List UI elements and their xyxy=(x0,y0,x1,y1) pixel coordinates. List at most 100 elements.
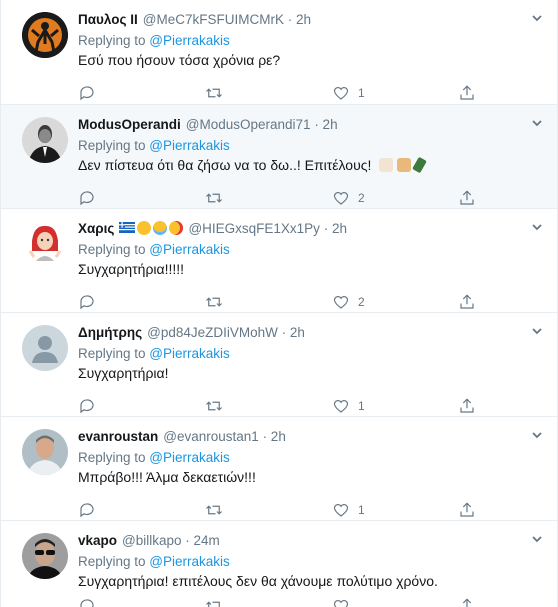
reply-button[interactable] xyxy=(78,189,104,207)
reply-button[interactable] xyxy=(78,597,104,607)
like-button[interactable]: 1 xyxy=(332,397,365,415)
share-button[interactable] xyxy=(458,293,476,311)
like-button[interactable] xyxy=(332,597,358,607)
retweet-button[interactable] xyxy=(205,501,231,519)
share-button[interactable] xyxy=(458,501,476,519)
timestamp[interactable]: · 2h xyxy=(263,428,286,446)
author-name[interactable]: evanroustan xyxy=(78,428,158,446)
reply-button[interactable] xyxy=(78,84,104,102)
replying-to-label: Replying to xyxy=(78,33,150,48)
share-button[interactable] xyxy=(458,84,476,102)
red-hair-girl-avatar[interactable] xyxy=(22,221,68,267)
author-name[interactable]: Παυλος ΙΙ xyxy=(78,11,138,29)
author-name[interactable]: vkapo xyxy=(78,532,117,550)
default-avatar[interactable] xyxy=(22,325,68,371)
reply-button[interactable] xyxy=(78,293,104,311)
author-handle[interactable]: @pd84JeZDIiVMohW xyxy=(147,324,278,342)
mention-link[interactable]: @Pierrakakis xyxy=(149,138,229,153)
like-count: 1 xyxy=(358,503,365,517)
replying-to: Replying to @Pierrakakis xyxy=(78,344,545,363)
chevron-down-icon[interactable] xyxy=(531,117,543,129)
author-handle[interactable]: @ModusOperandi71 xyxy=(186,116,311,134)
mention-link[interactable]: @Pierrakakis xyxy=(149,33,229,48)
timestamp[interactable]: · 24m xyxy=(185,532,220,550)
mention-link[interactable]: @Pierrakakis xyxy=(149,346,229,361)
author-handle[interactable]: @MeC7kFSFUIMCMrK xyxy=(143,11,284,29)
tweet[interactable]: evanroustan @evanroustan1 · 2h Replying … xyxy=(1,417,557,521)
heart-icon xyxy=(333,295,349,309)
retweet-button[interactable] xyxy=(205,84,231,102)
timestamp[interactable]: · 2h xyxy=(314,116,337,134)
mention-link[interactable]: @Pierrakakis xyxy=(149,554,229,569)
man-photo-avatar[interactable] xyxy=(22,429,68,475)
retweet-button[interactable] xyxy=(205,293,231,311)
heart-icon xyxy=(333,86,349,100)
author-name[interactable]: Δημήτρης xyxy=(78,324,142,342)
retweet-button[interactable] xyxy=(205,597,231,607)
action-bar: 1 xyxy=(78,78,545,108)
man-in-suit-avatar[interactable] xyxy=(22,117,68,163)
author-name[interactable]: Χαρις xyxy=(78,220,114,238)
reply-icon xyxy=(80,399,94,414)
reply-icon xyxy=(80,295,94,310)
tweet-text: Δεν πίστευα ότι θα ζήσω να το δω..! Επιτ… xyxy=(78,157,372,173)
replying-to: Replying to @Pierrakakis xyxy=(78,552,545,571)
tears-of-joy-face-icon xyxy=(153,220,168,235)
chevron-down-icon[interactable] xyxy=(531,221,543,233)
retweet-icon xyxy=(206,193,222,203)
timestamp[interactable]: · 2h xyxy=(282,324,305,342)
like-count: 1 xyxy=(358,86,365,100)
tweet-text: Συγχαρητήρια!!!!! xyxy=(78,261,185,277)
replying-to-label: Replying to xyxy=(78,554,150,569)
victory-hand-emoji-icon xyxy=(379,158,394,172)
mention-link[interactable]: @Pierrakakis xyxy=(149,450,229,465)
like-count: 1 xyxy=(358,399,365,413)
share-button[interactable] xyxy=(458,397,476,415)
reply-icon xyxy=(80,86,94,101)
heart-icon xyxy=(333,599,349,607)
champagne-emoji-icon xyxy=(412,156,427,174)
replying-to: Replying to @Pierrakakis xyxy=(78,31,545,50)
chevron-down-icon[interactable] xyxy=(531,325,543,337)
share-icon xyxy=(460,85,474,100)
author-handle[interactable]: @HIEGxsqFE1Xx1Py xyxy=(188,220,320,238)
tweet[interactable]: Χαρις @HIEGxsqFE1Xx1Py · 2h Replying to … xyxy=(1,209,557,313)
like-button[interactable]: 2 xyxy=(332,293,365,311)
tweet[interactable]: Παυλος ΙΙ @MeC7kFSFUIMCMrK · 2h Replying… xyxy=(1,0,557,105)
like-button[interactable]: 1 xyxy=(332,501,365,519)
name-emojis xyxy=(119,220,184,235)
like-button[interactable]: 1 xyxy=(332,84,365,102)
chevron-down-icon[interactable] xyxy=(531,429,543,441)
greek-flag-icon xyxy=(119,222,136,233)
replying-to: Replying to @Pierrakakis xyxy=(78,240,545,259)
retweet-button[interactable] xyxy=(205,189,231,207)
share-icon xyxy=(460,502,474,517)
tweet[interactable]: ModusOperandi @ModusOperandi71 · 2h Repl… xyxy=(1,105,557,209)
tweet[interactable]: Δημήτρης @pd84JeZDIiVMohW · 2h Replying … xyxy=(1,313,557,417)
like-count: 2 xyxy=(358,295,365,309)
author-name[interactable]: ModusOperandi xyxy=(78,116,181,134)
man-sunglasses-avatar[interactable] xyxy=(22,533,68,579)
like-button[interactable]: 2 xyxy=(332,189,365,207)
replying-to: Replying to @Pierrakakis xyxy=(78,448,545,467)
replying-to-label: Replying to xyxy=(78,450,150,465)
tweet[interactable]: vkapo @billkapo · 24m Replying to @Pierr… xyxy=(1,521,557,607)
reply-icon xyxy=(80,599,94,607)
share-button[interactable] xyxy=(458,597,476,607)
retweet-button[interactable] xyxy=(205,397,231,415)
retweet-icon xyxy=(206,505,222,515)
chevron-down-icon[interactable] xyxy=(531,12,543,24)
chevron-down-icon[interactable] xyxy=(531,533,543,545)
silhouette-avatar[interactable] xyxy=(22,12,68,58)
reply-button[interactable] xyxy=(78,501,104,519)
author-handle[interactable]: @evanroustan1 xyxy=(163,428,259,446)
reply-feed: Παυλος ΙΙ @MeC7kFSFUIMCMrK · 2h Replying… xyxy=(0,0,558,607)
reply-button[interactable] xyxy=(78,397,104,415)
mention-link[interactable]: @Pierrakakis xyxy=(149,242,229,257)
timestamp[interactable]: · 2h xyxy=(288,11,311,29)
winking-tongue-face-icon xyxy=(137,220,152,235)
author-handle[interactable]: @billkapo xyxy=(122,532,181,550)
tweet-text: Μπράβο!!! Άλμα δεκαετιών!!! xyxy=(78,469,256,485)
share-button[interactable] xyxy=(458,189,476,207)
timestamp[interactable]: · 2h xyxy=(324,220,347,238)
